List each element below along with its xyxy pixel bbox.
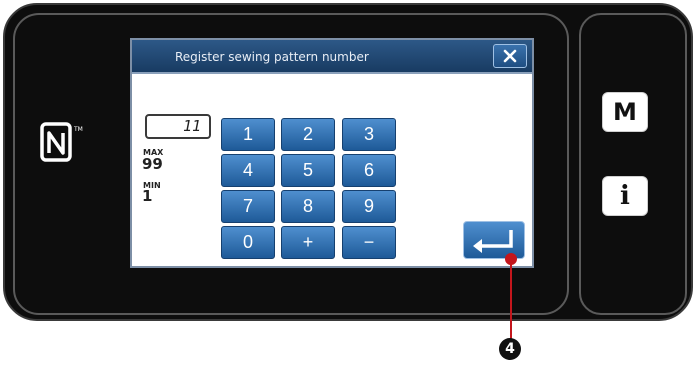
enter-button[interactable]: [463, 221, 525, 259]
key-3[interactable]: 3: [342, 118, 396, 151]
menu-button[interactable]: M: [602, 92, 648, 132]
close-x-icon: [503, 49, 517, 63]
dialog-titlebar: Register sewing pattern number: [132, 40, 532, 74]
pattern-number-field[interactable]: 11: [145, 114, 211, 139]
dialog-title: Register sewing pattern number: [175, 50, 369, 64]
key-6[interactable]: 6: [342, 154, 396, 187]
key-9[interactable]: 9: [342, 190, 396, 223]
min-value: 1: [142, 187, 153, 205]
callout-leader-line: [510, 258, 512, 344]
key-plus[interactable]: +: [281, 226, 335, 259]
callout-number-badge: 4: [499, 338, 521, 360]
key-7[interactable]: 7: [221, 190, 275, 223]
key-4[interactable]: 4: [221, 154, 275, 187]
callout-dot: [505, 253, 517, 265]
key-8[interactable]: 8: [281, 190, 335, 223]
key-5[interactable]: 5: [281, 154, 335, 187]
key-minus[interactable]: −: [342, 226, 396, 259]
max-value: 99: [142, 155, 163, 173]
info-button[interactable]: i: [602, 176, 648, 216]
nfc-icon: TM: [40, 122, 83, 162]
close-button[interactable]: [493, 44, 527, 68]
key-0[interactable]: 0: [221, 226, 275, 259]
key-2[interactable]: 2: [281, 118, 335, 151]
register-pattern-dialog: Register sewing pattern number 11 MAX 99…: [130, 38, 534, 268]
enter-return-icon: [473, 230, 513, 253]
dialog-content: 11 MAX 99 MIN 1 1 2 3 4 5 6 7 8 9 0 + −: [132, 74, 532, 266]
key-1[interactable]: 1: [221, 118, 275, 151]
svg-text:TM: TM: [73, 126, 83, 133]
side-button-bezel: [579, 13, 687, 315]
